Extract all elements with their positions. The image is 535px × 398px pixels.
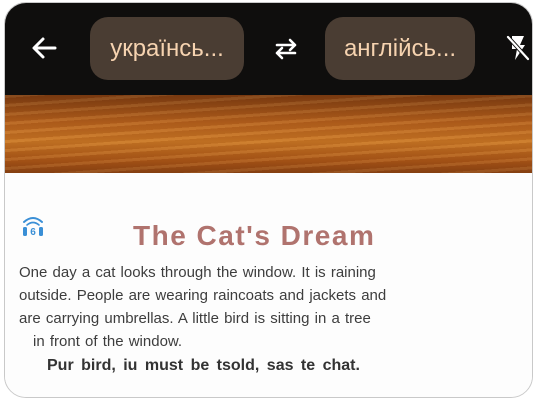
camera-background-table [5,95,532,173]
source-language-button[interactable]: українсь... [90,17,244,80]
story-line: One day a cat looks through the window. … [19,264,376,281]
story-text: One day a cat looks through the window. … [19,261,489,353]
story-title: The Cat's Dream [133,220,376,251]
flash-toggle-button[interactable] [505,33,531,63]
target-language-button[interactable]: англійсь... [325,17,475,80]
swap-arrows-icon [275,38,297,60]
story-line: outside. People are wearing raincoats an… [19,287,387,304]
target-language-label: англійсь... [343,34,457,62]
bird-phrase: Pur bird, iu must be tsold, sas te chat. [47,357,360,374]
camera-page-view: 6 The Cat's Dream One day a cat looks th… [5,173,532,397]
top-toolbar: українсь... англійсь... [5,3,532,95]
story-line: are carrying umbrellas. A little bird is… [19,310,371,327]
camera-translate-screen: українсь... англійсь... 6 The Cat's Drea… [4,2,533,398]
source-language-label: українсь... [110,34,224,62]
story-line: in front of the window. [33,333,183,350]
swap-languages-button[interactable] [269,34,303,64]
flash-off-icon [506,35,530,61]
back-button[interactable] [29,33,59,63]
audio-track-number: 6 [30,227,36,238]
arrow-left-icon [32,37,57,59]
audio-track-icon: 6 [19,213,47,241]
